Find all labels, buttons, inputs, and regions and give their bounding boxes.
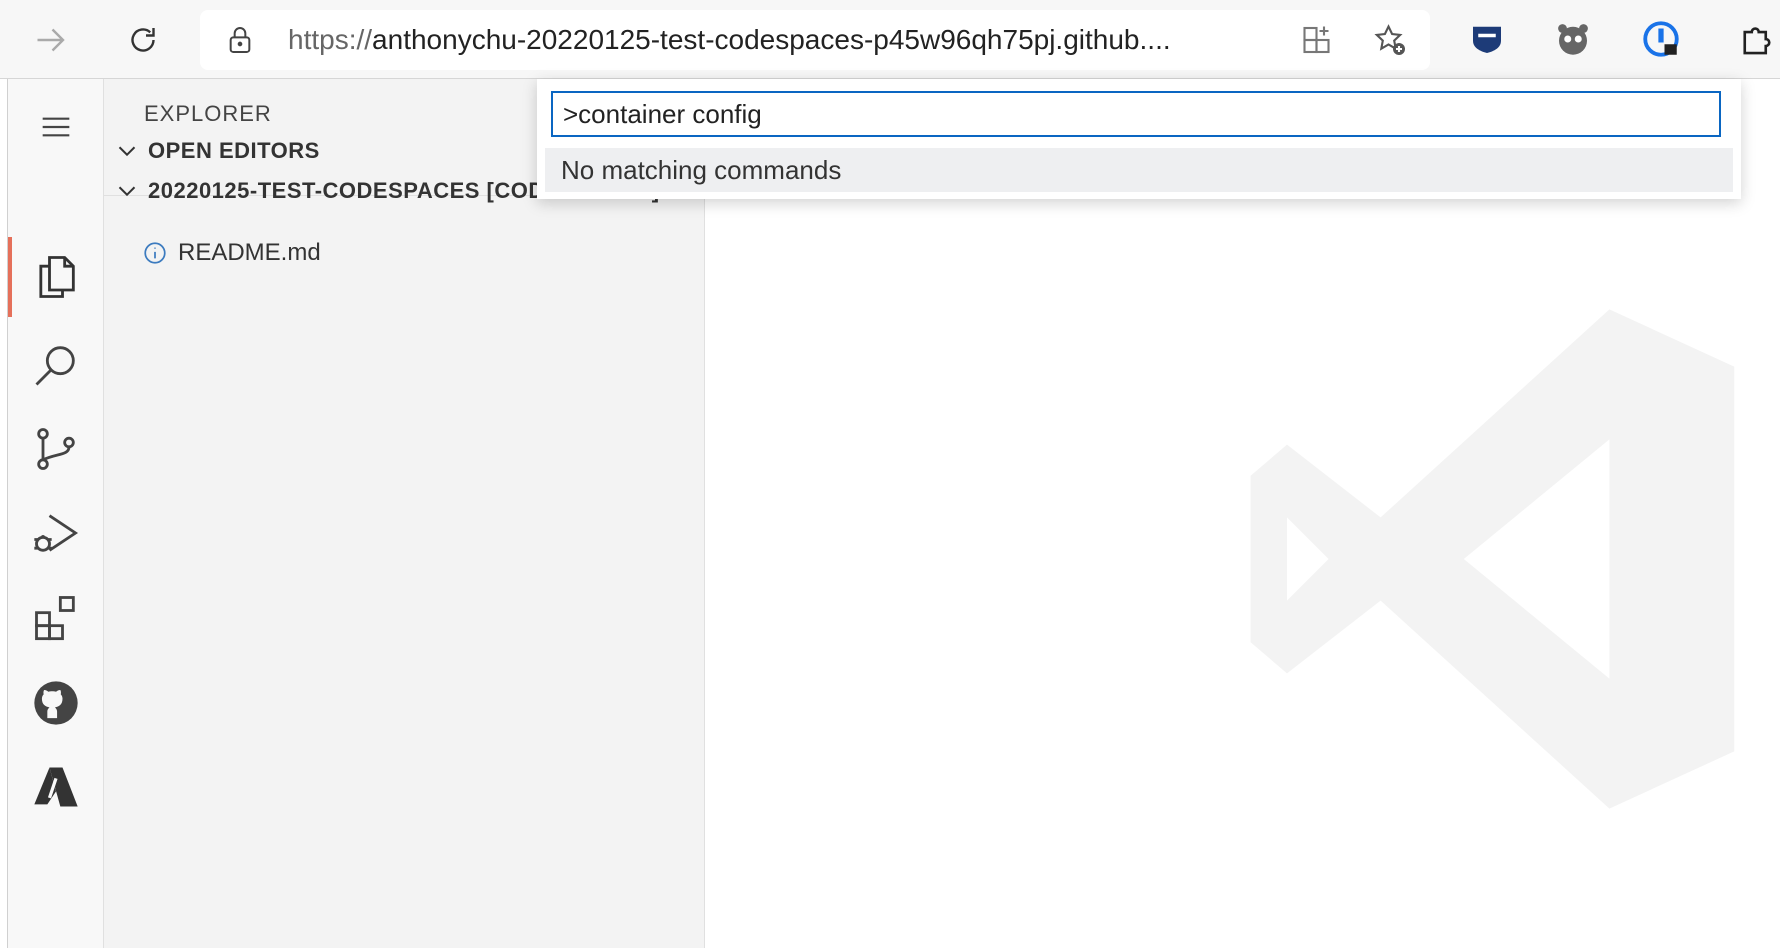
section-label: OPEN EDITORS <box>148 138 320 163</box>
activity-azure[interactable] <box>8 747 103 827</box>
explorer-icon <box>38 256 75 298</box>
address-bar[interactable]: https://anthonychu-20220125-test-codespa… <box>200 10 1430 70</box>
run-debug-icon <box>33 514 78 552</box>
url-text[interactable]: https://anthonychu-20220125-test-codespa… <box>288 10 1288 70</box>
search-icon <box>35 346 75 386</box>
source-control-icon <box>36 428 75 470</box>
github-icon <box>33 681 78 725</box>
forward-button[interactable] <box>26 15 76 65</box>
lock-icon[interactable] <box>224 24 256 56</box>
explorer-sidebar: EXPLORER OPEN EDITORS 20220125-TEST-CODE… <box>104 79 705 948</box>
chevron-down-icon <box>118 186 136 197</box>
command-palette-input[interactable] <box>551 91 1721 137</box>
file-item[interactable]: README.md <box>104 233 704 273</box>
activity-github[interactable] <box>8 663 103 743</box>
vscode-logo-watermark <box>1250 309 1735 809</box>
url-host: anthonychu-20220125-test-codespaces-p45w… <box>372 24 1171 55</box>
menu-button[interactable] <box>8 97 103 157</box>
refresh-icon <box>131 28 155 52</box>
activity-search[interactable] <box>8 325 103 405</box>
add-favorite-icon[interactable] <box>1372 22 1408 58</box>
browser-toolbar: https://anthonychu-20220125-test-codespa… <box>0 0 1780 79</box>
shield-extension-icon[interactable] <box>1466 18 1508 60</box>
command-palette: No matching commands <box>537 79 1741 199</box>
azure-icon <box>33 767 78 807</box>
command-palette-result[interactable]: No matching commands <box>545 148 1733 192</box>
chevron-down-icon <box>118 146 136 157</box>
file-name: README.md <box>178 239 321 266</box>
menu-icon <box>42 117 69 137</box>
extensions-icon <box>34 596 75 641</box>
editor-area <box>705 79 1780 948</box>
vscode-window: EXPLORER OPEN EDITORS 20220125-TEST-CODE… <box>7 79 1780 948</box>
activity-extensions[interactable] <box>8 577 103 657</box>
apps-icon[interactable] <box>1300 22 1336 58</box>
sidebar-title: EXPLORER <box>144 101 272 126</box>
raccoon-extension-icon[interactable] <box>1552 18 1594 60</box>
password-extension-icon[interactable] <box>1640 18 1682 60</box>
info-icon <box>144 242 166 264</box>
activity-explorer[interactable] <box>8 237 103 317</box>
activity-source-control[interactable] <box>8 409 103 489</box>
puzzle-extensions-icon[interactable] <box>1736 18 1778 60</box>
url-protocol: https:// <box>288 24 373 55</box>
activity-run-debug[interactable] <box>8 493 103 573</box>
activity-bar <box>8 79 104 948</box>
forward-icon <box>37 28 65 52</box>
refresh-button[interactable] <box>118 15 168 65</box>
